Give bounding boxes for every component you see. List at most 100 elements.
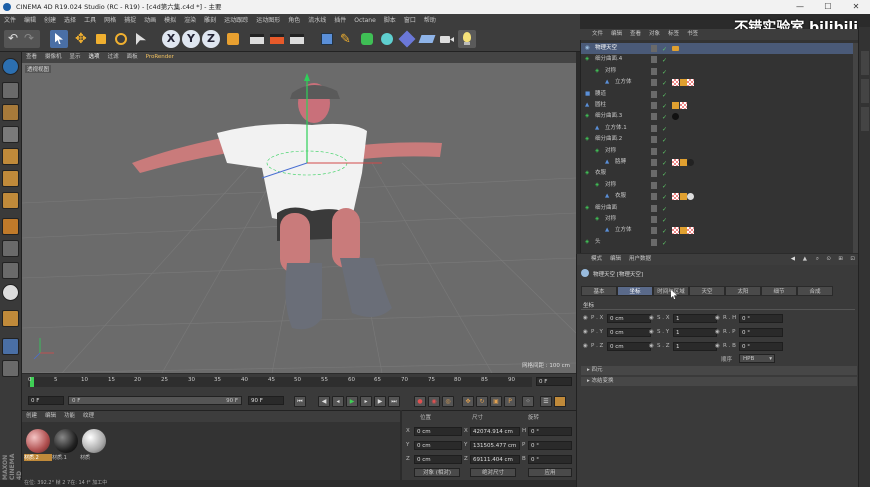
object-row[interactable]: ◈ 头 ✓ (581, 237, 859, 248)
menu-octane[interactable]: Octane (350, 14, 380, 27)
axis-y-toggle[interactable]: Y (182, 30, 200, 48)
mat-menu-function[interactable]: 功能 (60, 413, 79, 419)
menu-window[interactable]: 窗口 (400, 14, 420, 27)
next-key-button[interactable]: ▶ (374, 396, 386, 407)
render-view-icon[interactable] (248, 30, 266, 48)
key-point-button[interactable]: ⁘ (522, 396, 534, 407)
quaternion-section[interactable]: ▸ 四元 (581, 366, 857, 375)
texture-tag-icon[interactable] (672, 193, 679, 201)
mat-menu-edit[interactable]: 编辑 (41, 413, 60, 419)
coord-mode-dropdown[interactable]: 对象 (相对) (414, 468, 460, 477)
obj-menu-objects[interactable]: 对象 (645, 29, 664, 40)
object-row[interactable]: ◈ 细分曲面.4 ✓ (581, 54, 859, 65)
render-picture-viewer-icon[interactable] (268, 30, 286, 48)
freeze-transform-section[interactable]: ▸ 冻结变换 (581, 377, 857, 386)
texture-tag-icon[interactable] (687, 227, 694, 235)
material-label[interactable]: 材质.1 (52, 454, 80, 461)
visibility-toggle[interactable] (651, 102, 657, 109)
object-row[interactable]: ◈ 细分曲面 ✓ (581, 203, 859, 214)
key-rotation-button[interactable]: ↻ (476, 396, 488, 407)
cloner-icon[interactable] (378, 30, 396, 48)
prev-key-button[interactable]: ◀ (318, 396, 330, 407)
go-to-end-button[interactable]: ⏭ (388, 396, 400, 407)
radio-icon[interactable]: ◉ (715, 343, 720, 349)
model-mode-icon[interactable] (2, 104, 19, 121)
timeline-layout-button[interactable]: ☰ (540, 396, 552, 407)
apply-button[interactable]: 应用 (528, 468, 572, 477)
phong-tag-icon[interactable] (680, 159, 687, 166)
visibility-toggle[interactable] (651, 204, 657, 212)
menu-select[interactable]: 选择 (60, 14, 80, 27)
axis-x-toggle[interactable]: X (162, 30, 180, 48)
size-y-field[interactable]: 131505.477 cm (470, 441, 520, 450)
object-row[interactable]: ◈ 对称 ✓ (581, 146, 859, 157)
menu-render[interactable]: 渲染 (180, 14, 200, 27)
light-icon[interactable] (458, 30, 476, 48)
preview-range-slider[interactable]: 0 F 90 F (68, 396, 242, 405)
planar-workplane-icon[interactable] (2, 360, 19, 377)
menu-create[interactable]: 创建 (40, 14, 60, 27)
object-row[interactable]: ▲ 圆柱 ✓ (581, 100, 859, 111)
tweak-mode-icon[interactable] (2, 240, 19, 257)
vp-menu-options[interactable]: 选项 (85, 52, 104, 63)
object-row[interactable]: ◈ 细分曲面.2 ✓ (581, 134, 859, 145)
cube-icon[interactable] (318, 30, 336, 48)
phong-tag-icon[interactable] (672, 102, 679, 109)
search-icon[interactable]: ⌕ (816, 254, 819, 265)
material-tag-icon[interactable] (672, 113, 679, 121)
menu-mesh[interactable]: 网格 (100, 14, 120, 27)
texture-mode-icon[interactable] (2, 126, 19, 143)
attr-rot-b-field[interactable]: 0 ° (739, 342, 783, 351)
deformer-icon[interactable] (398, 30, 416, 48)
maximize-button[interactable]: ☐ (814, 0, 842, 14)
visibility-toggle[interactable] (651, 216, 657, 223)
size-z-field[interactable]: 69111.404 cm (470, 455, 520, 464)
rot-p-field[interactable]: 0 ° (528, 441, 572, 450)
menu-sculpt[interactable]: 雕刻 (200, 14, 220, 27)
object-row[interactable]: ◈ 衣服 ✓ (581, 168, 859, 179)
obj-menu-tags[interactable]: 标签 (664, 29, 683, 40)
radio-icon[interactable]: ◉ (715, 329, 720, 335)
live-select-icon[interactable] (50, 30, 68, 48)
material-label[interactable]: 材质.2 (24, 454, 52, 461)
object-row[interactable]: ▲ 立方体 ✓ (581, 225, 859, 236)
rot-h-field[interactable]: 0 ° (528, 427, 572, 436)
menu-file[interactable]: 文件 (0, 14, 20, 27)
visibility-toggle[interactable] (651, 113, 657, 121)
phong-tag-icon[interactable] (680, 193, 687, 201)
tab-coords[interactable]: 坐标 (617, 286, 653, 296)
radio-icon[interactable]: ◉ (649, 343, 654, 349)
visibility-toggle[interactable] (651, 227, 657, 235)
material-swatch[interactable] (82, 429, 106, 453)
visibility-toggle[interactable] (651, 79, 657, 87)
obj-menu-edit[interactable]: 编辑 (607, 29, 626, 40)
recent-tools-icon[interactable] (132, 30, 150, 48)
rot-b-field[interactable]: 0 ° (528, 455, 572, 464)
next-frame-button[interactable]: ▸ (360, 396, 372, 407)
menu-tools[interactable]: 工具 (80, 14, 100, 27)
texture-tag-icon[interactable] (672, 227, 679, 235)
pen-spline-icon[interactable]: ✎ (338, 30, 356, 48)
visibility-toggle[interactable] (651, 136, 657, 144)
tab-details[interactable]: 细节 (761, 286, 797, 296)
workplane-icon[interactable] (2, 310, 19, 327)
menu-edit[interactable]: 编辑 (20, 14, 40, 27)
make-editable-icon[interactable] (2, 82, 19, 99)
radio-icon[interactable]: ◉ (649, 315, 654, 321)
pos-z-field[interactable]: 0 cm (414, 455, 462, 464)
side-tab-content[interactable] (861, 79, 869, 103)
soft-selection-icon[interactable] (2, 262, 19, 279)
key-param-button[interactable]: P (504, 396, 516, 407)
tab-composite[interactable]: 合成 (797, 286, 833, 296)
timeline-ruler[interactable]: 0 5 10 15 20 25 30 35 40 45 50 55 60 65 … (28, 377, 532, 387)
locked-workplane-icon[interactable] (2, 338, 19, 355)
texture-tag-icon[interactable] (687, 79, 694, 87)
key-position-button[interactable]: ✥ (462, 396, 474, 407)
obj-menu-view[interactable]: 查看 (626, 29, 645, 40)
object-row[interactable]: ◈ 细分曲面.3 ✓ (581, 111, 859, 122)
material-tag-icon[interactable] (687, 193, 694, 201)
menu-script[interactable]: 脚本 (380, 14, 400, 27)
radio-icon[interactable]: ◉ (583, 329, 588, 335)
menu-character[interactable]: 角色 (284, 14, 304, 27)
vp-menu-prorender[interactable]: ProRender (142, 52, 178, 63)
